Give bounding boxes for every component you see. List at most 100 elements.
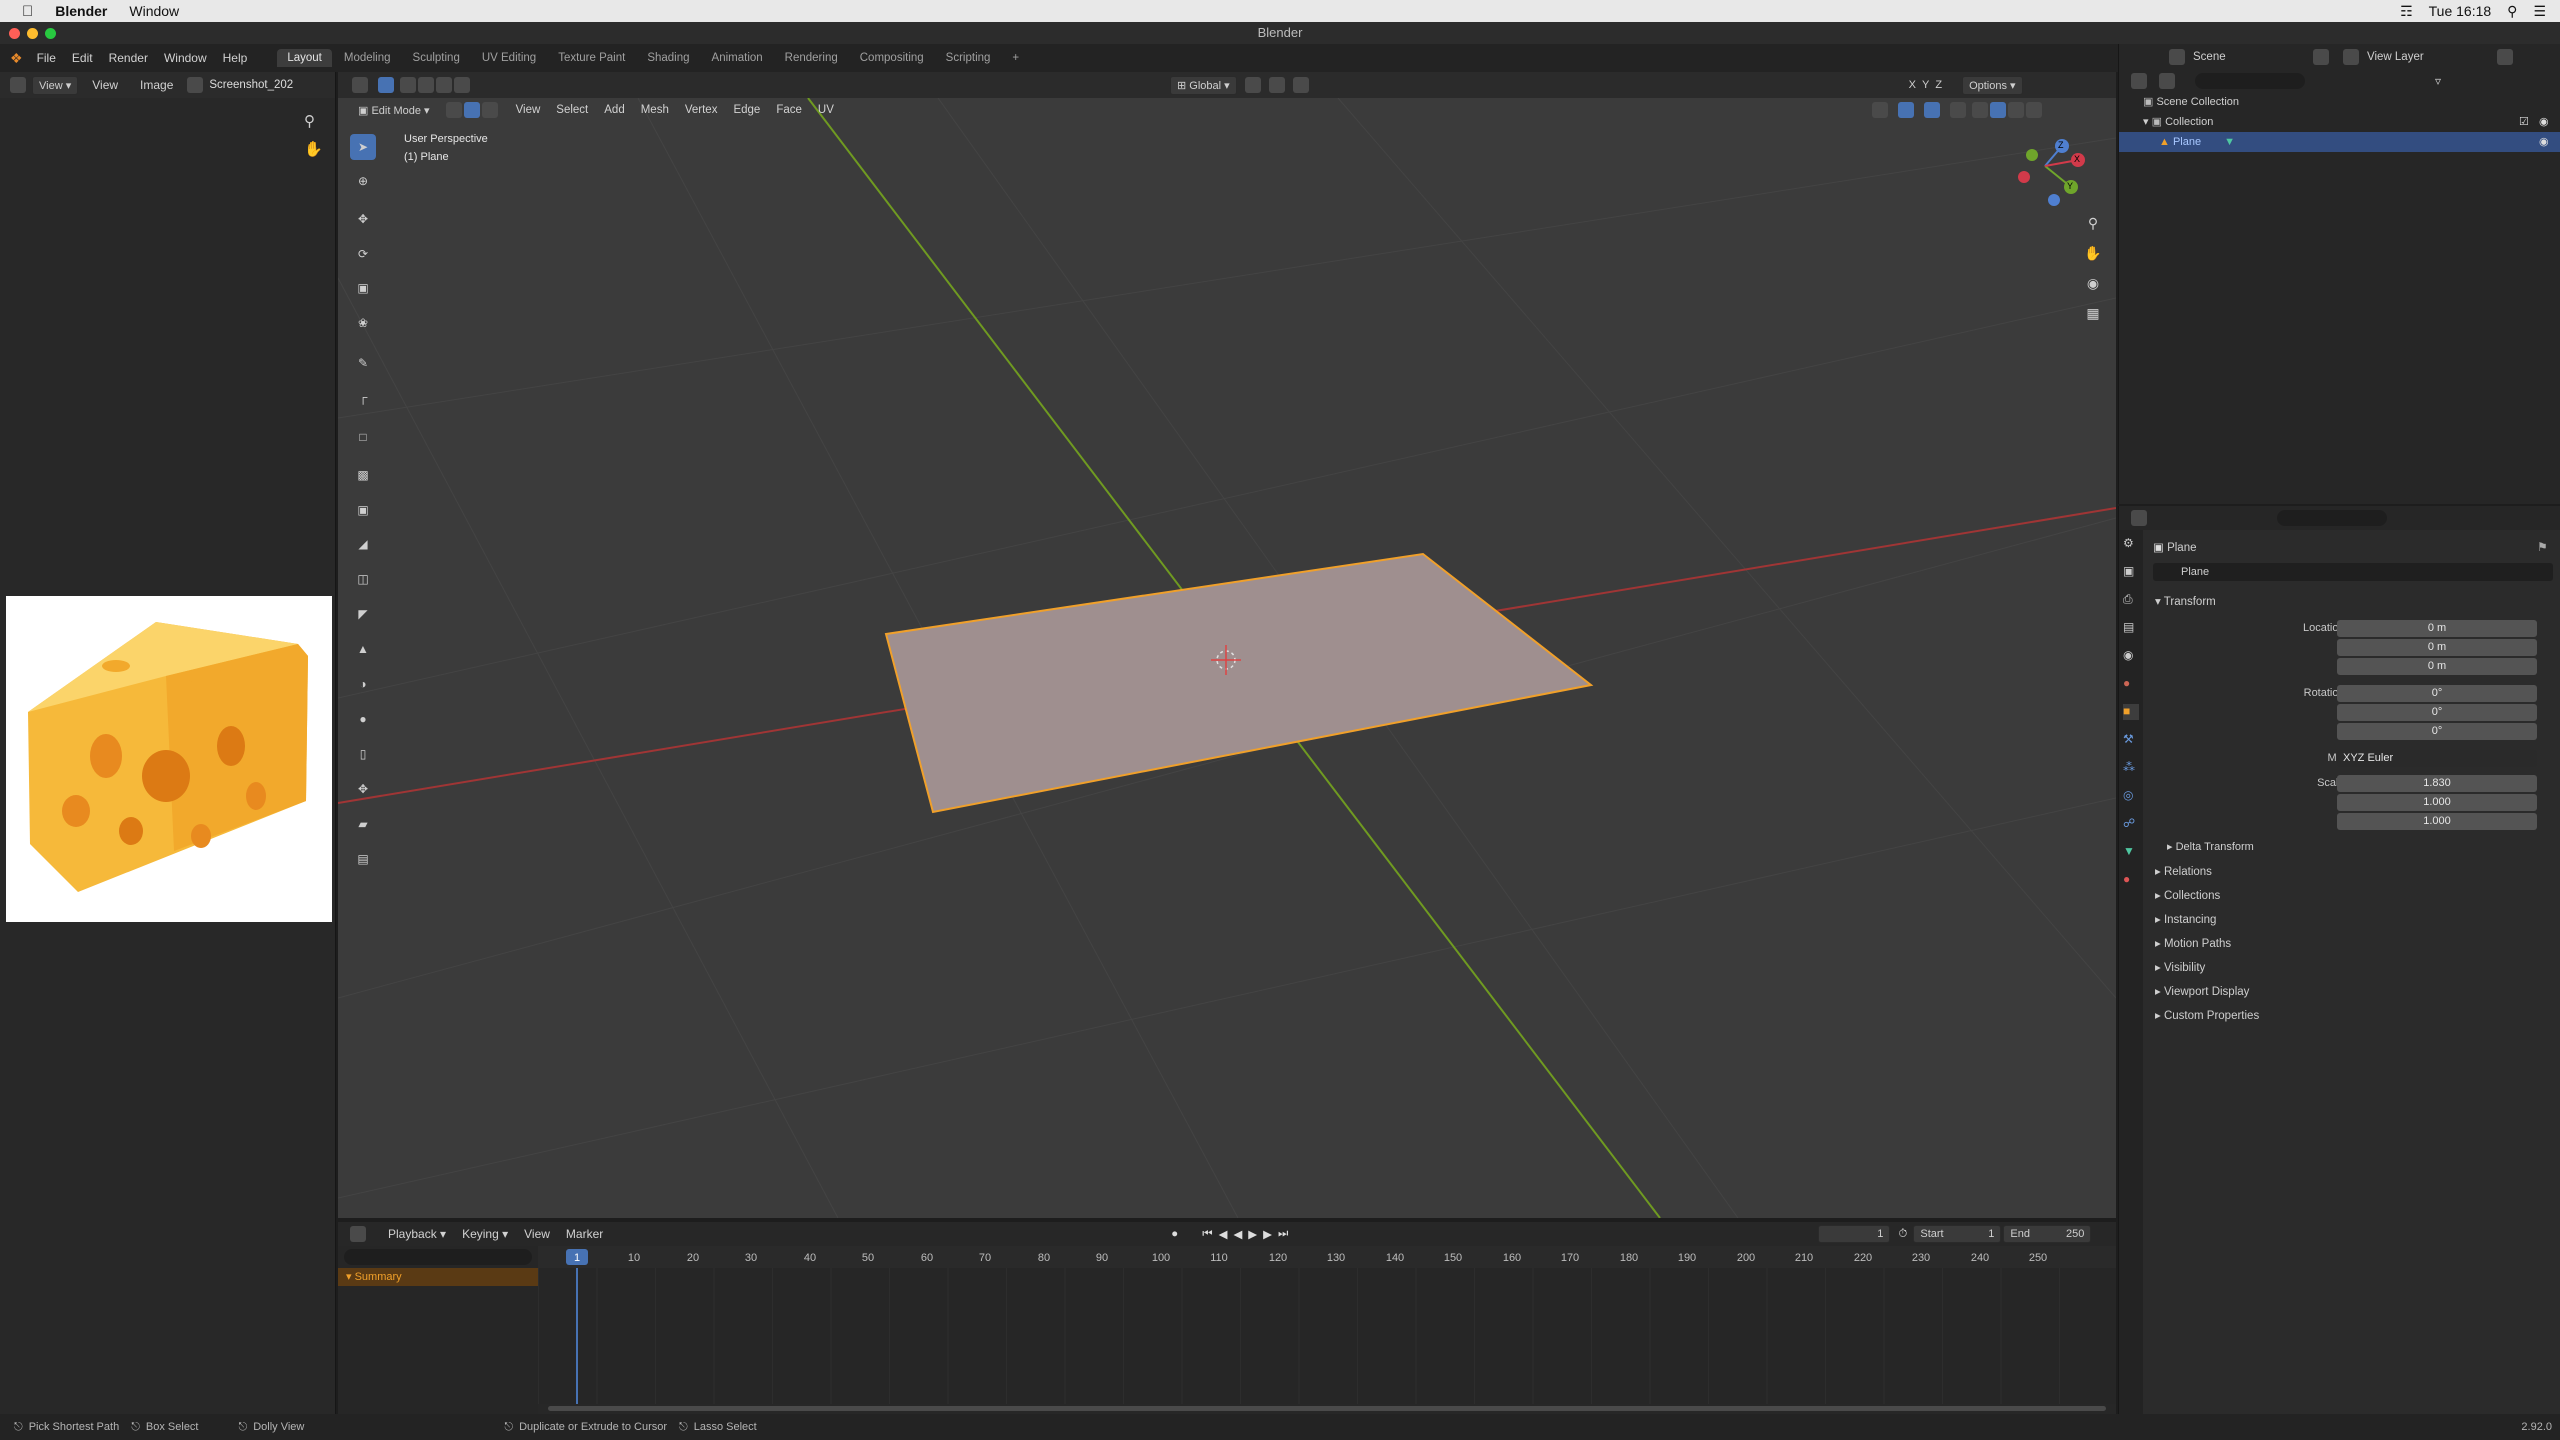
overlay-toggle-icon[interactable] bbox=[1923, 102, 1940, 118]
view-layer-icon[interactable] bbox=[2343, 49, 2359, 65]
shading-solid-icon[interactable] bbox=[1989, 102, 2006, 118]
instancing-panel[interactable]: ▸ Instancing bbox=[2155, 912, 2216, 926]
new-scene-icon[interactable] bbox=[2313, 49, 2329, 65]
hand-icon[interactable]: ✋ bbox=[304, 140, 323, 158]
expand-arrow-icon[interactable]: ▾ bbox=[2143, 116, 2149, 128]
search-icon[interactable]: ⚲ bbox=[2507, 3, 2517, 20]
scene-icon[interactable] bbox=[2169, 49, 2185, 65]
poly-build-tool-icon[interactable]: ▲ bbox=[350, 636, 376, 662]
view-layer-field[interactable]: View Layer bbox=[2367, 51, 2487, 63]
edge-select-icon[interactable] bbox=[463, 102, 480, 118]
mirror-y-toggle[interactable]: Y bbox=[1922, 79, 1929, 91]
rotate-tool-icon[interactable]: ⟳ bbox=[350, 241, 376, 267]
select-mode-set-icon[interactable] bbox=[400, 77, 416, 93]
menu-help[interactable]: Help bbox=[215, 51, 256, 65]
navigation-gizmo[interactable] bbox=[2018, 139, 2085, 206]
3d-viewport[interactable]: Z Y X User Perspective (1) Plane ⚲ ✋ ◉ ▦… bbox=[338, 98, 2116, 1218]
tab-modeling[interactable]: Modeling bbox=[334, 49, 401, 67]
add-cube-tool-icon[interactable]: □ bbox=[350, 424, 376, 450]
view-mode-dropdown[interactable]: View ▾ bbox=[32, 75, 79, 95]
image-canvas[interactable] bbox=[6, 596, 332, 922]
start-frame-field[interactable]: Start 1 bbox=[1913, 1225, 2002, 1243]
scale-x-field[interactable]: 1.830 bbox=[2337, 775, 2537, 792]
loop-cut-tool-icon[interactable]: ◫ bbox=[350, 566, 376, 592]
clock[interactable]: Tue 16:18 bbox=[2429, 3, 2492, 19]
vertex-select-icon[interactable] bbox=[445, 102, 462, 118]
menu-keying[interactable]: Keying ▾ bbox=[454, 1227, 516, 1241]
scale-z-field[interactable]: 1.000 bbox=[2337, 813, 2537, 830]
menu-playback[interactable]: Playback ▾ bbox=[380, 1227, 454, 1241]
menu-edge[interactable]: Edge bbox=[725, 104, 768, 116]
select-mode-subtract-icon[interactable] bbox=[436, 77, 452, 93]
render-tab-icon[interactable]: ▣ bbox=[2123, 564, 2139, 580]
filter-icon[interactable]: ▿ bbox=[2435, 74, 2441, 88]
apple-icon[interactable]:  bbox=[22, 3, 33, 20]
transform-orientation-dropdown[interactable]: ⊞ Global ▾ bbox=[1170, 75, 1237, 95]
menu-timeline-view[interactable]: View bbox=[516, 1227, 558, 1241]
properties-search[interactable] bbox=[2277, 510, 2387, 526]
jump-start-button[interactable]: ⏮ bbox=[1202, 1228, 1212, 1241]
menu-mesh[interactable]: Mesh bbox=[633, 104, 677, 116]
menu-marker[interactable]: Marker bbox=[558, 1227, 611, 1241]
jump-end-button[interactable]: ⏭ bbox=[1278, 1228, 1288, 1241]
add-workspace-button[interactable]: + bbox=[1002, 49, 1029, 67]
minimize-window-button[interactable] bbox=[27, 28, 38, 39]
viewport-display-panel[interactable]: ▸ Viewport Display bbox=[2155, 984, 2249, 998]
tab-sculpting[interactable]: Sculpting bbox=[403, 49, 470, 67]
shading-material-icon[interactable] bbox=[2007, 102, 2024, 118]
tab-uv-editing[interactable]: UV Editing bbox=[472, 49, 546, 67]
scene-field[interactable]: Scene bbox=[2193, 51, 2303, 63]
outliner-editor-type-icon[interactable] bbox=[2131, 73, 2147, 89]
collections-panel[interactable]: ▸ Collections bbox=[2155, 888, 2220, 902]
list-icon[interactable]: ☰ bbox=[2533, 3, 2546, 20]
select-tool-icon[interactable] bbox=[378, 77, 394, 93]
inset-tool-icon[interactable]: ▣ bbox=[350, 497, 376, 523]
jump-keyframe-forward-button[interactable]: ▶ bbox=[1263, 1227, 1272, 1241]
plane-mesh[interactable] bbox=[884, 552, 1594, 814]
extrude-tool-icon[interactable]: ▩ bbox=[350, 462, 376, 488]
smooth-tool-icon[interactable]: ● bbox=[350, 706, 376, 732]
current-frame-field[interactable]: 1 bbox=[1818, 1225, 1891, 1243]
data-tab-icon[interactable]: ▼ bbox=[2123, 844, 2139, 860]
zoom-icon[interactable]: ⚲ bbox=[304, 112, 315, 130]
mirror-x-toggle[interactable]: X bbox=[1909, 79, 1916, 91]
tab-compositing[interactable]: Compositing bbox=[850, 49, 934, 67]
zoom-window-button[interactable] bbox=[45, 28, 56, 39]
tab-rendering[interactable]: Rendering bbox=[775, 49, 848, 67]
scale-tool-icon[interactable]: ▣ bbox=[350, 275, 376, 301]
jump-keyframe-back-button[interactable]: ◀ bbox=[1219, 1227, 1228, 1241]
cursor-tool-icon[interactable]: ⊕ bbox=[350, 168, 376, 194]
new-view-layer-icon[interactable] bbox=[2497, 49, 2513, 65]
tab-texture-paint[interactable]: Texture Paint bbox=[548, 49, 635, 67]
transform-panel-header[interactable]: ▾ Transform bbox=[2155, 594, 2216, 608]
select-mode-extend-icon[interactable] bbox=[418, 77, 434, 93]
measure-tool-icon[interactable]: ┌ bbox=[350, 384, 376, 410]
menu-vertex[interactable]: Vertex bbox=[677, 104, 726, 116]
pivot-point-icon[interactable] bbox=[1244, 77, 1261, 93]
properties-editor-type-icon[interactable] bbox=[2131, 510, 2147, 526]
menu-select[interactable]: Select bbox=[548, 104, 596, 116]
location-y-field[interactable]: 0 m bbox=[2337, 639, 2537, 656]
pin-icon[interactable]: ⚑ bbox=[2537, 540, 2548, 554]
mirror-z-toggle[interactable]: Z bbox=[1935, 79, 1942, 91]
relations-panel[interactable]: ▸ Relations bbox=[2155, 864, 2212, 878]
channel-search[interactable] bbox=[344, 1249, 532, 1265]
annotate-tool-icon[interactable]: ✎ bbox=[350, 350, 376, 376]
object-name-field[interactable]: Plane bbox=[2153, 563, 2553, 581]
end-frame-field[interactable]: End 250 bbox=[2003, 1225, 2092, 1243]
proportional-edit-icon[interactable] bbox=[1292, 77, 1309, 93]
menu-window[interactable]: Window bbox=[156, 51, 215, 65]
outliner-row-collection[interactable]: ▾ ▣ Collection ☑ ◉ bbox=[2119, 112, 2560, 132]
play-button[interactable]: ▶ bbox=[1248, 1227, 1257, 1241]
physics-tab-icon[interactable]: ◎ bbox=[2123, 788, 2139, 804]
options-dropdown[interactable]: Options ▾ bbox=[1962, 75, 2023, 95]
modifier-tab-icon[interactable]: ⚒ bbox=[2123, 732, 2139, 748]
blender-logo-icon[interactable]: ❖ bbox=[10, 50, 23, 67]
location-z-field[interactable]: 0 m bbox=[2337, 658, 2537, 675]
image-name-field[interactable]: Screenshot_202 bbox=[209, 79, 293, 91]
world-tab-icon[interactable]: ● bbox=[2123, 676, 2139, 692]
rotation-z-field[interactable]: 0° bbox=[2337, 723, 2537, 740]
select-mode-invert-icon[interactable] bbox=[454, 77, 470, 93]
close-window-button[interactable] bbox=[9, 28, 20, 39]
transform-tool-icon[interactable]: ❀ bbox=[350, 310, 376, 336]
